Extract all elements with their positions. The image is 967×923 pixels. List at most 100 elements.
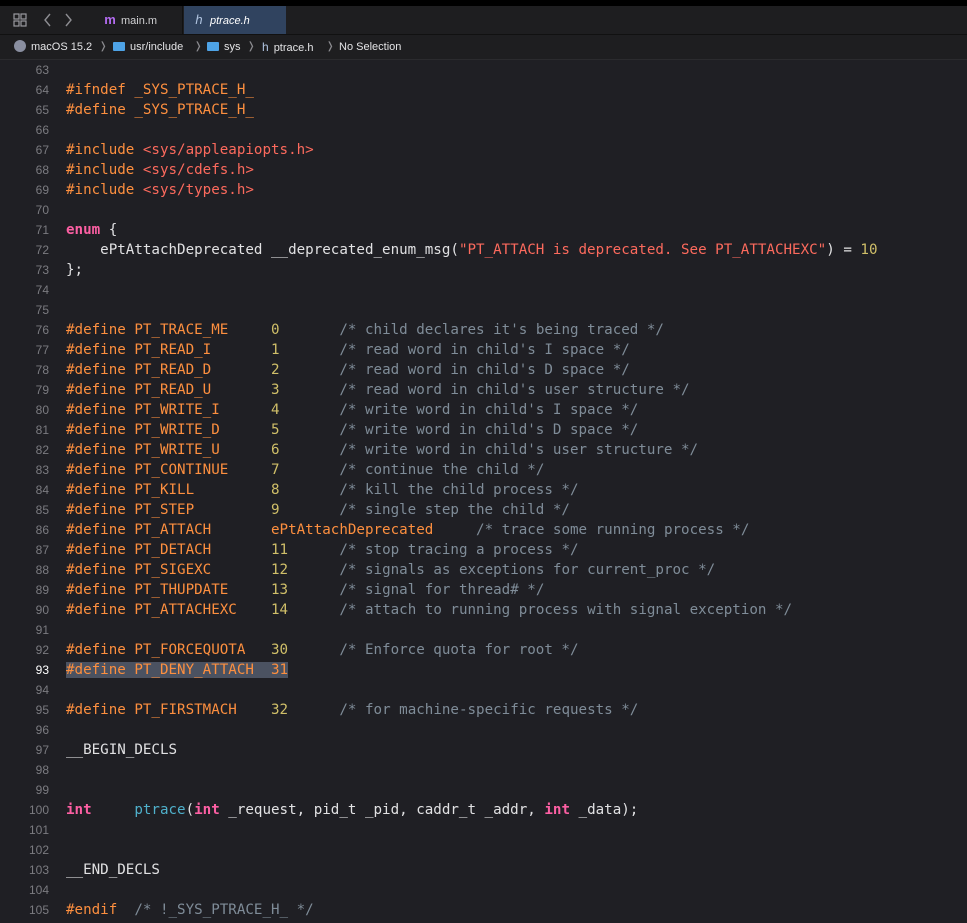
jump-bar-item-sys[interactable]: sys xyxy=(207,35,241,59)
line-number: 105 xyxy=(28,903,49,917)
code-editor[interactable]: 63 64 #ifndef _SYS_PTRACE_H_ 65 #define _SYS… xyxy=(0,60,967,923)
line-number: 84 xyxy=(35,483,49,497)
code-line[interactable]: 93 #define PT_DENY_ATTACH 31 xyxy=(0,660,967,680)
line-number: 78 xyxy=(35,363,49,377)
code-text: __END_DECLS xyxy=(66,862,160,878)
code-text: #define PT_WRITE_U 6 /* write word in ch… xyxy=(66,442,699,458)
code-line[interactable]: 90 #define PT_ATTACHEXC 14 /* attach to r… xyxy=(0,600,967,620)
code-text: #define PT_DETACH 11 /* stop tracing a p… xyxy=(66,542,579,558)
code-line[interactable]: 92 #define PT_FORCEQUOTA 30 /* Enforce qu… xyxy=(0,640,967,660)
line-number: 101 xyxy=(28,823,49,837)
jump-bar-item-usr-include[interactable]: usr/include xyxy=(113,35,183,59)
code-line[interactable]: 98 xyxy=(0,760,967,780)
code-line[interactable]: 97 __BEGIN_DECLS xyxy=(0,740,967,760)
code-text: #define PT_ATTACHEXC 14 /* attach to run… xyxy=(66,602,793,618)
code-line[interactable]: 70 xyxy=(0,200,967,220)
jump-bar-separator: ❭ xyxy=(326,41,335,52)
code-line[interactable]: 64 #ifndef _SYS_PTRACE_H_ xyxy=(0,80,967,100)
grid-icon[interactable] xyxy=(10,10,30,30)
code-text: enum { xyxy=(66,222,118,238)
code-line[interactable]: 79 #define PT_READ_U 3 /* read word in ch… xyxy=(0,380,967,400)
code-text: #define PT_TRACE_ME 0 /* child declares … xyxy=(66,322,664,338)
tab-bar: m main.m h ptrace.h xyxy=(0,6,967,35)
code-line[interactable]: 103 __END_DECLS xyxy=(0,860,967,880)
tab-ptrace-h[interactable]: h ptrace.h xyxy=(184,6,286,34)
code-line[interactable]: 75 xyxy=(0,300,967,320)
chevron-right-icon[interactable] xyxy=(58,10,78,30)
line-number: 64 xyxy=(35,83,49,97)
code-line[interactable]: 94 xyxy=(0,680,967,700)
code-line[interactable]: 63 xyxy=(0,60,967,80)
code-text: #define PT_READ_U 3 /* read word in chil… xyxy=(66,382,690,398)
code-line[interactable]: 104 xyxy=(0,880,967,900)
code-line[interactable]: 82 #define PT_WRITE_U 6 /* write word in … xyxy=(0,440,967,460)
code-line[interactable]: 69 #include <sys/types.h> xyxy=(0,180,967,200)
line-number: 67 xyxy=(35,143,49,157)
code-line[interactable]: 84 #define PT_KILL 8 /* kill the child pr… xyxy=(0,480,967,500)
code-line[interactable]: 96 xyxy=(0,720,967,740)
line-number: 76 xyxy=(35,323,49,337)
line-number: 70 xyxy=(35,203,49,217)
code-line[interactable]: 85 #define PT_STEP 9 /* single step the c… xyxy=(0,500,967,520)
code-text: #define PT_STEP 9 /* single step the chi… xyxy=(66,502,570,518)
line-number: 73 xyxy=(35,263,49,277)
code-line[interactable]: 102 xyxy=(0,840,967,860)
code-line[interactable]: 83 #define PT_CONTINUE 7 /* continue the … xyxy=(0,460,967,480)
code-line[interactable]: 100 int ptrace(int _request, pid_t _pid, … xyxy=(0,800,967,820)
code-text: #define PT_KILL 8 /* kill the child proc… xyxy=(66,482,579,498)
jump-bar: macOS 15.2 ❭ usr/include ❭ sys ❭ h ptrace… xyxy=(0,35,967,60)
line-number: 91 xyxy=(35,623,49,637)
jump-bar-separator: ❭ xyxy=(247,41,256,52)
code-line[interactable]: 78 #define PT_READ_D 2 /* read word in ch… xyxy=(0,360,967,380)
code-line[interactable]: 101 xyxy=(0,820,967,840)
code-line[interactable]: 81 #define PT_WRITE_D 5 /* write word in … xyxy=(0,420,967,440)
code-line[interactable]: 74 xyxy=(0,280,967,300)
code-line[interactable]: 67 #include <sys/appleapiopts.h> xyxy=(0,140,967,160)
line-number: 63 xyxy=(35,63,49,77)
code-text: #define PT_CONTINUE 7 /* continue the ch… xyxy=(66,462,545,478)
code-line[interactable]: 95 #define PT_FIRSTMACH 32 /* for machine… xyxy=(0,700,967,720)
code-text: #include <sys/cdefs.h> xyxy=(66,162,254,178)
line-number: 102 xyxy=(28,843,49,857)
line-number: 89 xyxy=(35,583,49,597)
code-line[interactable]: 72 ePtAttachDeprecated __deprecated_enum… xyxy=(0,240,967,260)
code-line[interactable]: 65 #define _SYS_PTRACE_H_ xyxy=(0,100,967,120)
line-number: 88 xyxy=(35,563,49,577)
tab-main-m[interactable]: m main.m xyxy=(95,6,183,34)
code-line[interactable]: 105 #endif /* !_SYS_PTRACE_H_ */ xyxy=(0,900,967,920)
code-line[interactable]: 71 enum { xyxy=(0,220,967,240)
code-line[interactable]: 89 #define PT_THUPDATE 13 /* signal for t… xyxy=(0,580,967,600)
jump-bar-item-ptrace-h[interactable]: h ptrace.h xyxy=(262,35,313,60)
code-line[interactable]: 68 #include <sys/cdefs.h> xyxy=(0,160,967,180)
code-line[interactable]: 87 #define PT_DETACH 11 /* stop tracing a… xyxy=(0,540,967,560)
line-number: 72 xyxy=(35,243,49,257)
line-number: 83 xyxy=(35,463,49,477)
code-text: #define PT_THUPDATE 13 /* signal for thr… xyxy=(66,582,545,598)
macos-icon xyxy=(14,40,26,52)
code-line[interactable]: 91 xyxy=(0,620,967,640)
line-number: 104 xyxy=(28,883,49,897)
chevron-left-icon[interactable] xyxy=(38,10,58,30)
line-number: 103 xyxy=(28,863,49,877)
code-line[interactable]: 77 #define PT_READ_I 1 /* read word in ch… xyxy=(0,340,967,360)
code-text: #define PT_WRITE_I 4 /* write word in ch… xyxy=(66,402,639,418)
tab-label: ptrace.h xyxy=(210,15,250,27)
code-line[interactable]: 99 xyxy=(0,780,967,800)
code-text: __BEGIN_DECLS xyxy=(66,742,178,758)
line-number: 87 xyxy=(35,543,49,557)
line-number: 65 xyxy=(35,103,49,117)
jump-bar-item-macos[interactable]: macOS 15.2 xyxy=(14,35,92,59)
jump-bar-separator: ❭ xyxy=(99,41,108,52)
code-line[interactable]: 73}; xyxy=(0,260,967,280)
code-line[interactable]: 66 xyxy=(0,120,967,140)
code-line[interactable]: 80 #define PT_WRITE_I 4 /* write word in … xyxy=(0,400,967,420)
code-text: #define PT_WRITE_D 5 /* write word in ch… xyxy=(66,422,639,438)
code-line[interactable]: 86 #define PT_ATTACH ePtAttachDeprecated … xyxy=(0,520,967,540)
code-text: }; xyxy=(66,262,84,278)
line-number: 90 xyxy=(35,603,49,617)
code-line[interactable]: 88 #define PT_SIGEXC 12 /* signals as exc… xyxy=(0,560,967,580)
code-line[interactable]: 76 #define PT_TRACE_ME 0 /* child declare… xyxy=(0,320,967,340)
line-number: 66 xyxy=(35,123,49,137)
line-number: 92 xyxy=(35,643,49,657)
jump-bar-item-no-selection[interactable]: No Selection xyxy=(339,35,401,59)
